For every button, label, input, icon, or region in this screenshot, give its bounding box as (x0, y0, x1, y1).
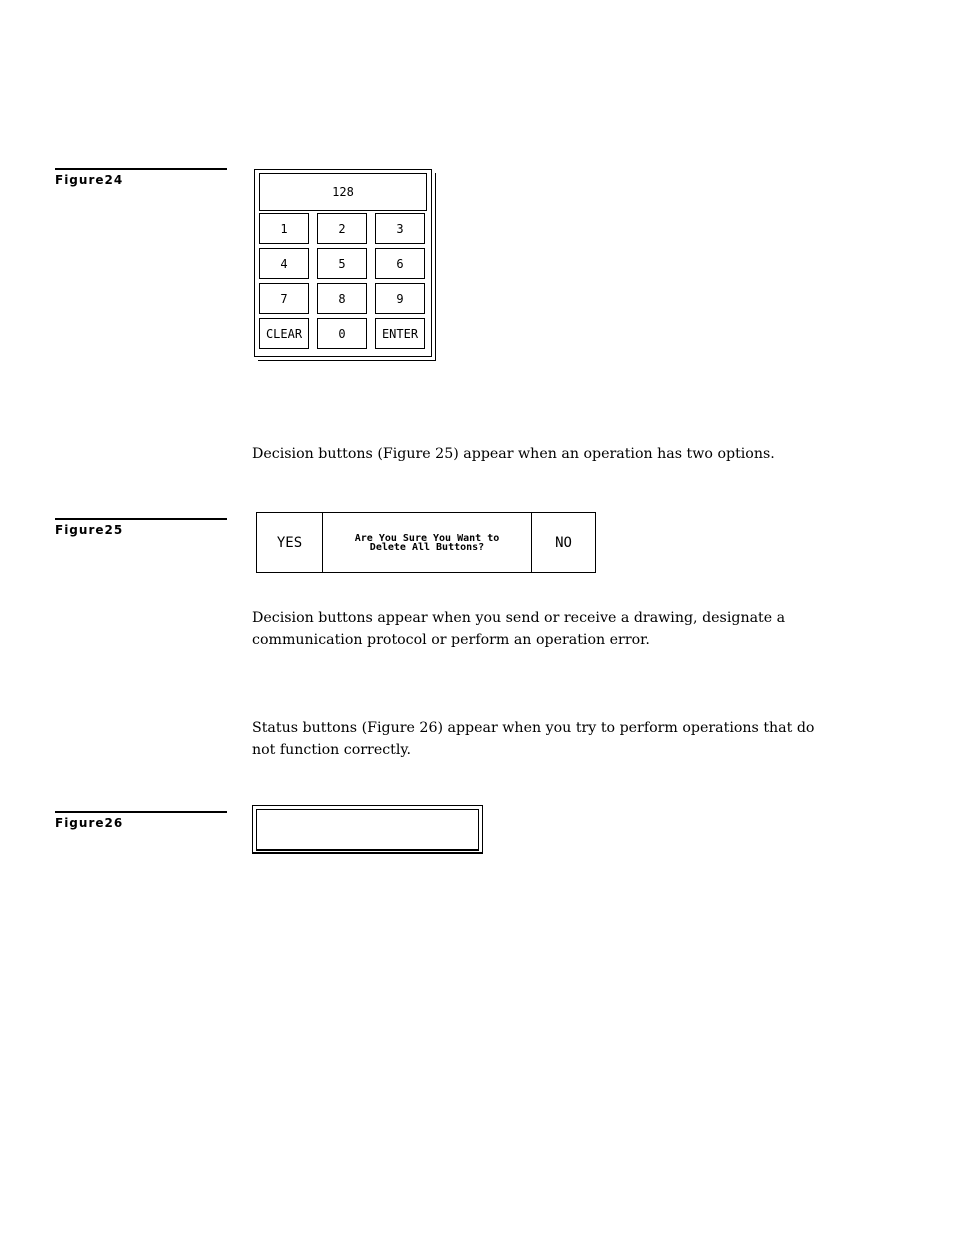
figure-26-label: Figure26 (55, 816, 124, 830)
key-9[interactable]: 9 (375, 283, 425, 314)
clear-button[interactable]: CLEAR (259, 318, 309, 349)
figure-24-label: Figure24 (55, 173, 124, 187)
key-2[interactable]: 2 (317, 213, 367, 244)
status-button-inner-frame (256, 809, 479, 851)
enter-button[interactable]: ENTER (375, 318, 425, 349)
paragraph-decision-intro: Decision buttons (Figure 25) appear when… (252, 446, 775, 462)
paragraph-status-intro: Status buttons (Figure 26) appear when y… (252, 720, 815, 758)
status-button[interactable] (252, 805, 483, 854)
key-8[interactable]: 8 (317, 283, 367, 314)
yes-button[interactable]: YES (257, 513, 323, 572)
keypad-display: 128 (259, 173, 427, 211)
key-4[interactable]: 4 (259, 248, 309, 279)
decision-message-line2: Delete All Buttons? (369, 541, 485, 553)
figure-25-label: Figure25 (55, 523, 124, 537)
key-6[interactable]: 6 (375, 248, 425, 279)
key-7[interactable]: 7 (259, 283, 309, 314)
figure-rule (55, 518, 227, 520)
numeric-keypad: 128 1 2 3 4 5 6 7 8 9 CLEAR 0 ENTER (254, 169, 432, 357)
no-button[interactable]: NO (532, 513, 595, 572)
key-3[interactable]: 3 (375, 213, 425, 244)
figure-rule (55, 168, 227, 170)
paragraph-decision-usage: Decision buttons appear when you send or… (252, 610, 786, 648)
decision-buttons: YES Are You Sure You Want to Delete All … (256, 512, 596, 573)
figure-rule (55, 811, 227, 813)
decision-message: Are You Sure You Want to Delete All Butt… (323, 513, 532, 572)
key-1[interactable]: 1 (259, 213, 309, 244)
key-0[interactable]: 0 (317, 318, 367, 349)
key-5[interactable]: 5 (317, 248, 367, 279)
